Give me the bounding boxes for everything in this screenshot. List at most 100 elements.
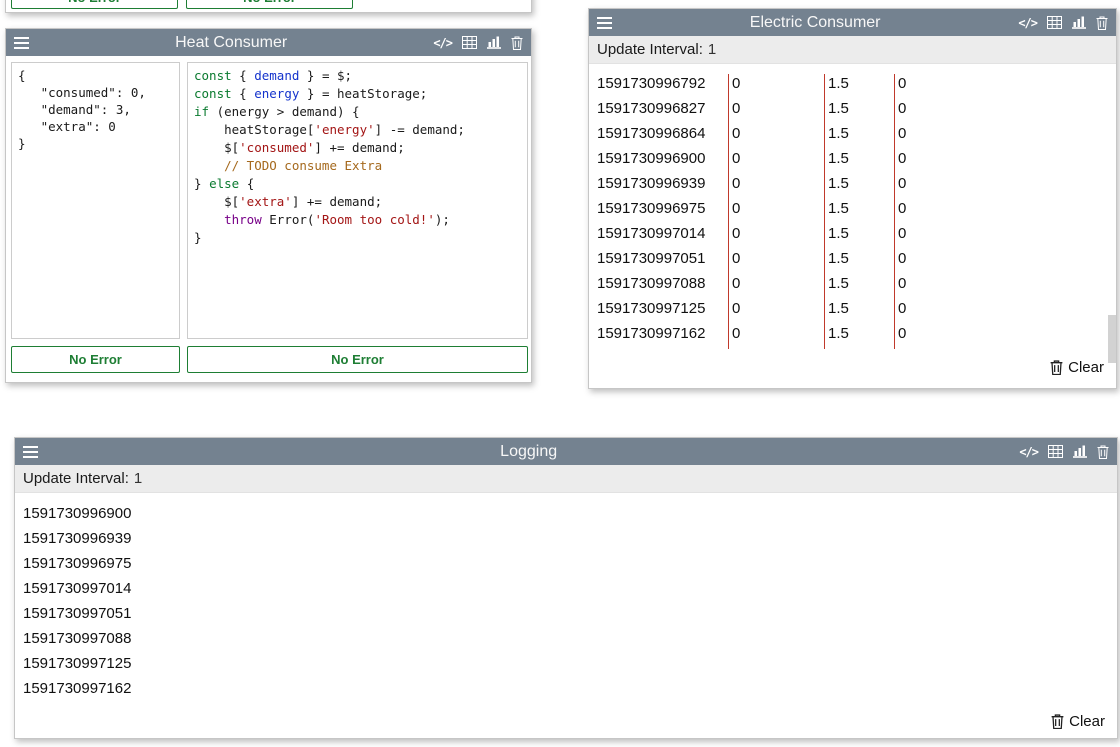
table-cell: 0: [894, 74, 906, 99]
update-interval-value[interactable]: 1: [134, 470, 148, 487]
log-row: 1591730996939: [15, 526, 1117, 551]
table-icon[interactable]: [1048, 445, 1063, 458]
table-cell: 1591730997162: [597, 324, 728, 349]
table-cell: 1.5: [824, 224, 894, 249]
panel-title: Heat Consumer: [37, 34, 425, 52]
table-cell: 1.5: [824, 299, 894, 324]
table-row: 159173099701401.50: [597, 224, 1116, 249]
status-button-left[interactable]: No Error: [11, 0, 178, 9]
table-row: 159173099705101.50: [597, 249, 1116, 274]
electric-rows: 159173099679201.50159173099682701.501591…: [589, 64, 1116, 349]
table-cell: 0: [894, 99, 906, 124]
table-cell: 0: [894, 299, 906, 324]
table-cell: 0: [728, 249, 824, 274]
chart-icon[interactable]: [1072, 16, 1086, 29]
table-cell: 0: [728, 174, 824, 199]
log-row: 1591730997162: [15, 676, 1117, 701]
update-interval-row: Update Interval: 1: [589, 36, 1116, 64]
table-cell: 1.5: [824, 174, 894, 199]
log-row: 1591730997051: [15, 601, 1117, 626]
update-interval-label: Update Interval:: [23, 470, 129, 487]
log-row: 1591730996900: [15, 501, 1117, 526]
table-cell: 1.5: [824, 124, 894, 149]
table-icon[interactable]: [462, 36, 477, 49]
table-cell: 0: [728, 199, 824, 224]
table-cell: 1.5: [824, 74, 894, 99]
table-cell: 0: [728, 274, 824, 299]
panel-title: Logging: [46, 443, 1011, 461]
table-row: 159173099686401.50: [597, 124, 1116, 149]
table-cell: 0: [728, 99, 824, 124]
table-cell: 1.5: [824, 99, 894, 124]
table-cell: 0: [894, 174, 906, 199]
clear-button[interactable]: Clear: [1051, 713, 1105, 730]
status-button-right[interactable]: No Error: [187, 346, 528, 373]
update-interval-value[interactable]: 1: [708, 41, 722, 58]
table-row: 159173099697501.50: [597, 199, 1116, 224]
table-cell: 0: [894, 324, 906, 349]
trash-icon[interactable]: [511, 36, 523, 50]
clear-label: Clear: [1069, 713, 1105, 730]
panel-header: Logging </>: [15, 438, 1117, 465]
table-cell: 1591730997051: [597, 249, 728, 274]
menu-icon[interactable]: [597, 17, 612, 29]
table-cell: 0: [728, 224, 824, 249]
trash-icon: [1051, 714, 1064, 729]
table-cell: 0: [728, 124, 824, 149]
table-cell: 1.5: [824, 324, 894, 349]
table-cell: 0: [894, 249, 906, 274]
table-cell: 0: [894, 224, 906, 249]
table-cell: 1591730996827: [597, 99, 728, 124]
table-row: 159173099679201.50: [597, 74, 1116, 99]
trash-icon[interactable]: [1097, 445, 1109, 459]
table-cell: 1591730996939: [597, 174, 728, 199]
logging-rows: 1591730996900159173099693915917309969751…: [15, 493, 1117, 701]
table-cell: 0: [728, 149, 824, 174]
heat-consumer-panel: Heat Consumer </> { "consumed": 0, "dema…: [5, 28, 532, 383]
scrollbar-thumb[interactable]: [1108, 315, 1116, 363]
table-row: 159173099708801.50: [597, 274, 1116, 299]
table-cell: 1591730996900: [597, 149, 728, 174]
panel-title: Electric Consumer: [620, 14, 1010, 32]
clear-button[interactable]: Clear: [1050, 359, 1104, 376]
table-cell: 1591730997125: [597, 299, 728, 324]
table-row: 159173099712501.50: [597, 299, 1116, 324]
panel-header: Heat Consumer </>: [6, 29, 531, 56]
log-row: 1591730997125: [15, 651, 1117, 676]
chart-icon[interactable]: [487, 36, 501, 49]
status-button-left[interactable]: No Error: [11, 346, 180, 373]
trash-icon: [1050, 360, 1063, 375]
table-cell: 1591730996975: [597, 199, 728, 224]
status-button-right[interactable]: No Error: [186, 0, 353, 9]
table-cell: 0: [894, 149, 906, 174]
table-cell: 0: [894, 274, 906, 299]
cut-off-panel: No Error No Error: [5, 0, 532, 13]
table-cell: 1591730996864: [597, 124, 728, 149]
table-cell: 1.5: [824, 149, 894, 174]
table-row: 159173099682701.50: [597, 99, 1116, 124]
table-cell: 0: [728, 299, 824, 324]
electric-consumer-panel: Electric Consumer </> Update Interval: 1…: [588, 8, 1117, 389]
clear-label: Clear: [1068, 359, 1104, 376]
trash-icon[interactable]: [1096, 16, 1108, 30]
log-row: 1591730996975: [15, 551, 1117, 576]
table-icon[interactable]: [1047, 16, 1062, 29]
update-interval-row: Update Interval: 1: [15, 465, 1117, 493]
log-row: 1591730997088: [15, 626, 1117, 651]
state-json-editor[interactable]: { "consumed": 0, "demand": 3, "extra": 0…: [11, 62, 180, 339]
code-icon[interactable]: </>: [433, 36, 452, 50]
code-icon[interactable]: </>: [1018, 16, 1037, 30]
table-cell: 1591730996792: [597, 74, 728, 99]
menu-icon[interactable]: [23, 446, 38, 458]
logging-panel: Logging </> Update Interval: 1 159173099…: [14, 437, 1118, 739]
log-row: 1591730997014: [15, 576, 1117, 601]
table-cell: 1.5: [824, 274, 894, 299]
table-cell: 0: [894, 199, 906, 224]
table-cell: 0: [728, 324, 824, 349]
menu-icon[interactable]: [14, 37, 29, 49]
chart-icon[interactable]: [1073, 445, 1087, 458]
table-cell: 0: [894, 124, 906, 149]
table-cell: 0: [728, 74, 824, 99]
code-icon[interactable]: </>: [1019, 445, 1038, 459]
code-editor[interactable]: const { demand } = $;const { energy } = …: [187, 62, 528, 339]
